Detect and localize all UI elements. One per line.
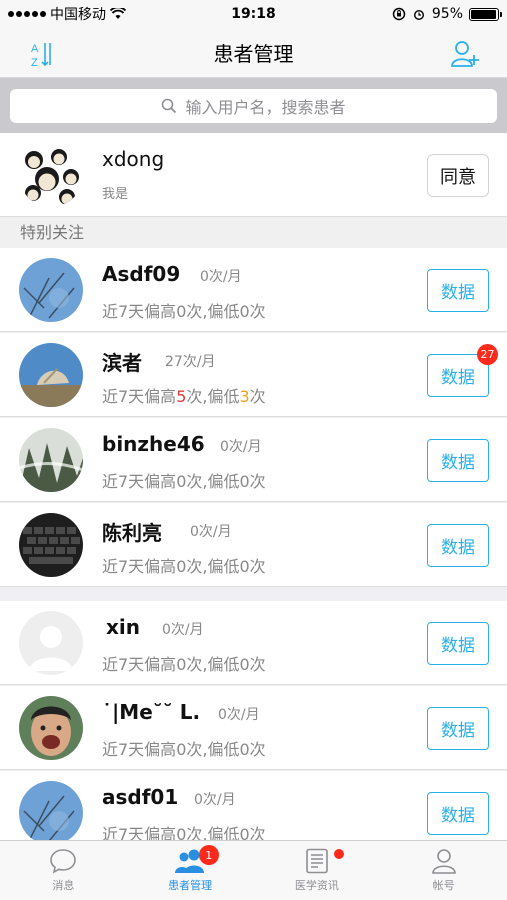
high-count: 0 bbox=[176, 302, 187, 321]
search-input[interactable]: 输入用户名，搜索患者 bbox=[10, 88, 497, 123]
self-subtitle: 我是 bbox=[102, 187, 129, 202]
data-button[interactable]: 数据 bbox=[427, 269, 489, 312]
svg-text:A: A bbox=[31, 43, 39, 55]
carrier-label: 中国移动 bbox=[50, 7, 106, 23]
avatar bbox=[19, 513, 83, 577]
patient-frequency: 0次/月 bbox=[194, 792, 236, 808]
data-button[interactable]: 数据 bbox=[427, 622, 489, 665]
high-count: 0 bbox=[176, 740, 187, 759]
message-icon bbox=[50, 849, 77, 874]
data-button[interactable]: 数据 bbox=[427, 707, 489, 750]
patient-row[interactable]: binzhe46 0次/月 近7天偏高0次,偏低0次 数据 bbox=[0, 418, 507, 502]
avatar bbox=[19, 258, 83, 322]
tab-label: 帐号 bbox=[432, 879, 455, 892]
battery-icon bbox=[469, 7, 502, 21]
tab-messages[interactable]: 消息 bbox=[0, 841, 127, 900]
page-title: 患者管理 bbox=[213, 42, 294, 66]
avatar bbox=[19, 696, 83, 760]
patient-row[interactable]: Asdf09 0次/月 近7天偏高0次,偏低0次 数据 bbox=[0, 248, 507, 332]
patient-name: asdf01 bbox=[102, 785, 179, 809]
data-button[interactable]: 数据 bbox=[427, 792, 489, 835]
patient-list[interactable]: xdong 我是 同意 特别关注 Asdf09 0次/月 近7天偏高0次,偏低0… bbox=[0, 133, 507, 840]
add-patient-button[interactable] bbox=[445, 34, 485, 74]
data-button[interactable]: 数据 bbox=[427, 439, 489, 482]
patient-name: binzhe46 bbox=[102, 432, 205, 456]
search-icon bbox=[162, 98, 177, 113]
high-count: 0 bbox=[176, 655, 187, 674]
carrier-info: 中国移动 bbox=[8, 4, 126, 24]
low-count: 0 bbox=[239, 557, 250, 576]
patient-summary: 近7天偏高5次,偏低3次 bbox=[102, 387, 266, 406]
low-count: 0 bbox=[239, 825, 250, 840]
add-user-icon bbox=[451, 41, 479, 67]
data-button[interactable]: 数据 bbox=[427, 524, 489, 567]
low-count: 0 bbox=[239, 472, 250, 491]
high-count: 0 bbox=[176, 557, 187, 576]
patient-summary: 近7天偏高0次,偏低0次 bbox=[102, 302, 266, 321]
patient-row[interactable]: xin 0次/月 近7天偏高0次,偏低0次 数据 bbox=[0, 601, 507, 685]
status-right: 95% bbox=[392, 6, 502, 22]
rotation-lock-icon bbox=[392, 7, 406, 21]
patient-name: Asdf09 bbox=[102, 262, 181, 286]
low-count: 3 bbox=[239, 387, 250, 406]
signal-icon bbox=[8, 11, 46, 17]
patient-name: 陈利亮 bbox=[102, 521, 162, 545]
avatar bbox=[19, 611, 83, 675]
patient-summary: 近7天偏高0次,偏低0次 bbox=[102, 472, 266, 491]
status-bar: 中国移动 19:18 95% bbox=[0, 0, 507, 28]
az-sort-button[interactable]: A Z bbox=[22, 34, 62, 74]
patient-frequency: 0次/月 bbox=[218, 707, 260, 723]
tab-patient-management[interactable]: 患者管理 1 bbox=[127, 841, 254, 900]
search-placeholder: 输入用户名，搜索患者 bbox=[185, 97, 346, 117]
self-row[interactable]: xdong 我是 同意 bbox=[0, 133, 507, 217]
navigation-bar: A Z 患者管理 bbox=[0, 28, 507, 78]
agree-button[interactable]: 同意 bbox=[427, 154, 489, 197]
tab-label: 消息 bbox=[52, 879, 75, 892]
news-icon bbox=[306, 848, 328, 874]
patient-row[interactable]: ˙|Me˘˘ L. 0次/月 近7天偏高0次,偏低0次 数据 bbox=[0, 686, 507, 770]
high-count: 0 bbox=[176, 472, 187, 491]
alarm-icon bbox=[413, 10, 424, 20]
wifi-icon bbox=[110, 8, 126, 19]
avatar bbox=[19, 343, 83, 407]
patient-summary: 近7天偏高0次,偏低0次 bbox=[102, 557, 266, 576]
az-sort-icon: A Z bbox=[31, 43, 51, 68]
patient-summary: 近7天偏高0次,偏低0次 bbox=[102, 821, 266, 840]
patient-frequency: 0次/月 bbox=[200, 269, 242, 285]
patient-row[interactable]: 滨者 27次/月 近7天偏高5次,偏低3次 数据 27 bbox=[0, 333, 507, 417]
patient-name: ˙|Me˘˘ L. bbox=[102, 700, 201, 724]
battery-percent: 95% bbox=[431, 6, 463, 22]
high-count: 0 bbox=[176, 825, 187, 840]
unread-badge: 27 bbox=[477, 344, 498, 365]
svg-text:Z: Z bbox=[31, 57, 38, 68]
account-icon bbox=[431, 849, 456, 874]
patient-frequency: 0次/月 bbox=[220, 439, 262, 455]
search-bar: 输入用户名，搜索患者 bbox=[0, 78, 507, 133]
patient-row[interactable]: 陈利亮 0次/月 近7天偏高0次,偏低0次 数据 bbox=[0, 503, 507, 587]
patient-summary: 近7天偏高0次,偏低0次 bbox=[102, 740, 266, 759]
low-count: 0 bbox=[239, 740, 250, 759]
tab-account[interactable]: 帐号 bbox=[380, 841, 507, 900]
low-count: 0 bbox=[239, 655, 250, 674]
patient-frequency: 0次/月 bbox=[190, 524, 232, 540]
tab-bar: 消息 患者管理 1 医学资讯 帐号 bbox=[0, 840, 507, 900]
avatar bbox=[19, 428, 83, 492]
avatar bbox=[19, 143, 83, 207]
patient-name: xin bbox=[106, 615, 140, 639]
high-count: 5 bbox=[176, 387, 187, 406]
section-header-favorites: 特别关注 bbox=[0, 218, 507, 248]
unread-dot bbox=[333, 849, 344, 859]
patient-row[interactable]: asdf01 0次/月 近7天偏高0次,偏低0次 数据 bbox=[0, 771, 507, 840]
patient-summary: 近7天偏高0次,偏低0次 bbox=[102, 655, 266, 674]
self-name: xdong bbox=[102, 147, 165, 171]
tab-medical-news[interactable]: 医学资讯 bbox=[254, 841, 381, 900]
avatar bbox=[19, 781, 83, 840]
tab-label: 患者管理 bbox=[168, 879, 213, 892]
patient-name: 滨者 bbox=[102, 351, 142, 375]
patient-frequency: 0次/月 bbox=[162, 622, 204, 638]
tab-badge: 1 bbox=[198, 845, 219, 865]
tab-label: 医学资讯 bbox=[294, 879, 339, 892]
low-count: 0 bbox=[239, 302, 250, 321]
patient-frequency: 27次/月 bbox=[165, 354, 216, 370]
